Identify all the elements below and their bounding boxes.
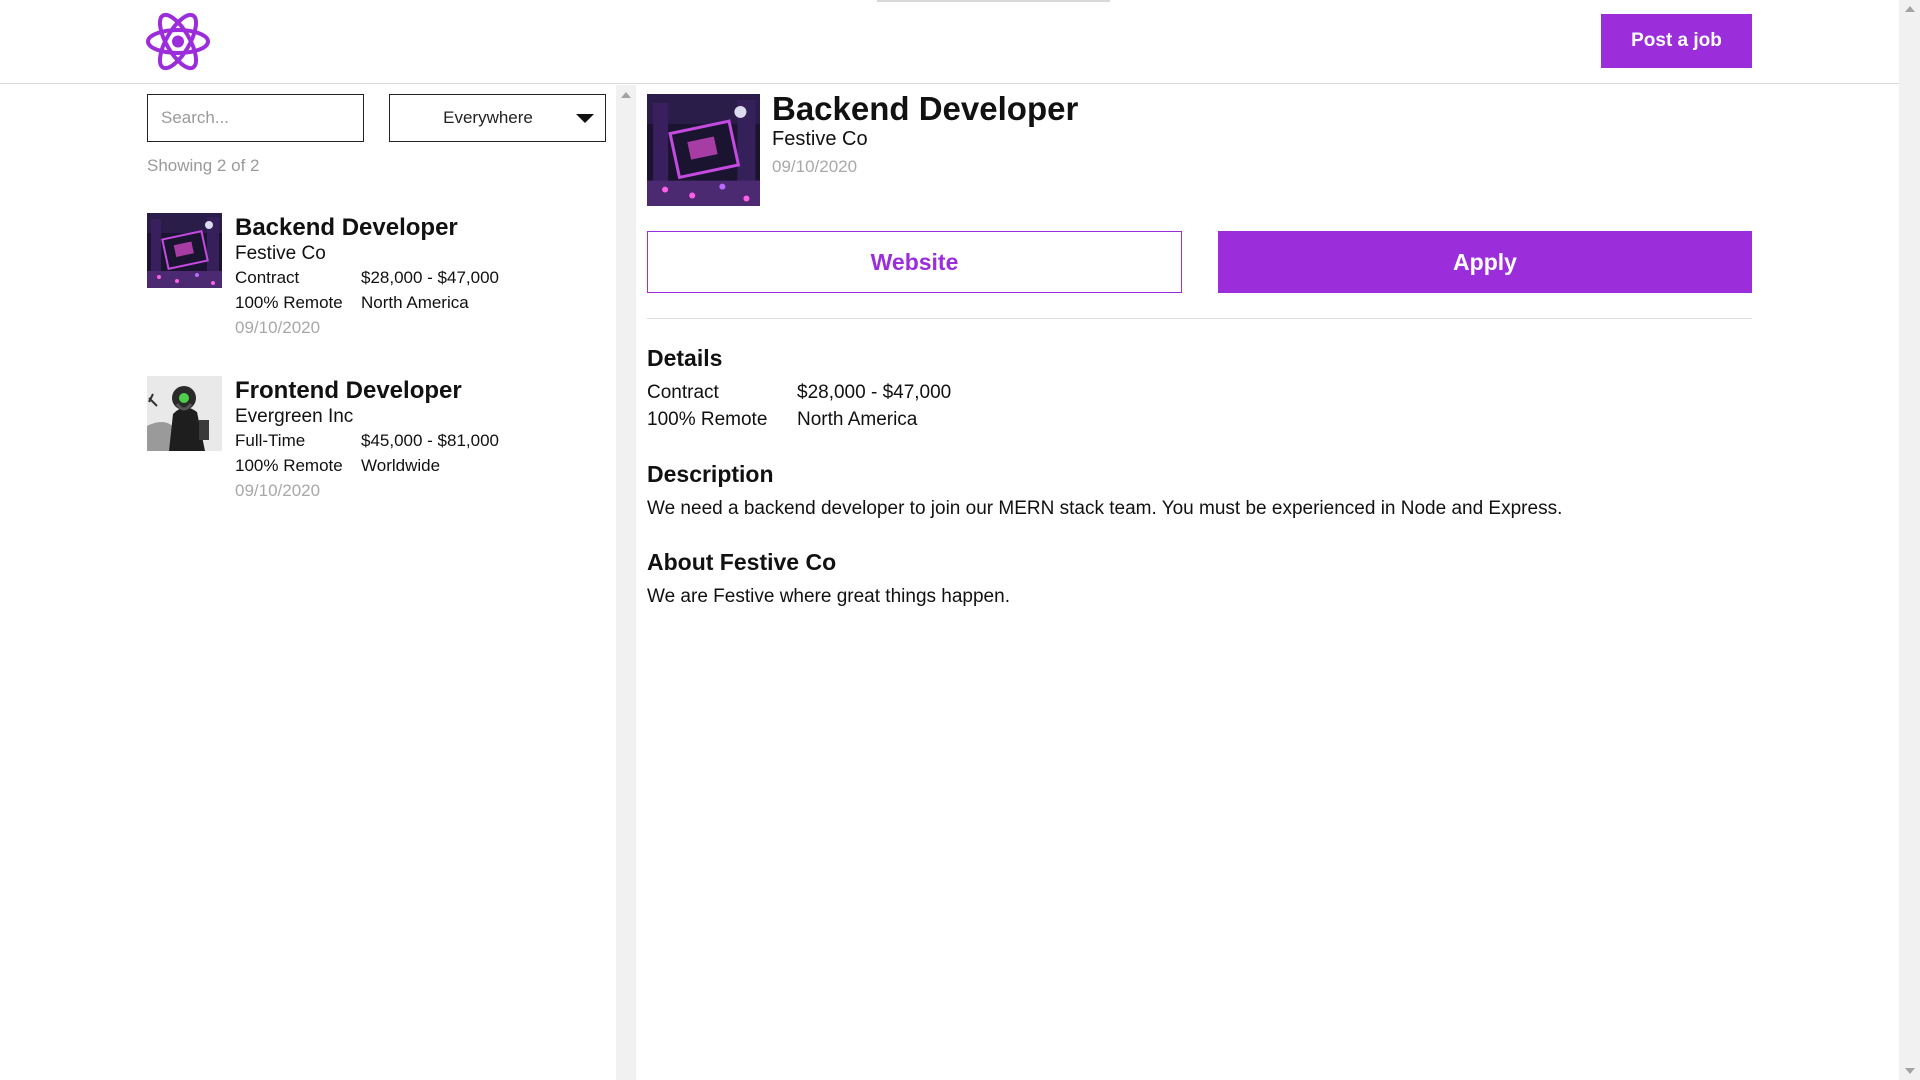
gas-mask-figure-thumbnail-icon	[147, 376, 222, 451]
divider	[647, 318, 1752, 319]
list-scrollbar[interactable]	[616, 85, 636, 1080]
list-item-text: Frontend Developer Evergreen Inc Full-Ti…	[235, 376, 499, 503]
job-meta-row: Full-Time $45,000 - $81,000	[235, 428, 499, 453]
job-remote: 100% Remote	[235, 456, 343, 475]
job-date: 09/10/2020	[235, 481, 321, 500]
list-item-backend-developer[interactable]: Backend Developer Festive Co Contract $2…	[147, 213, 587, 343]
results-count: Showing 2 of 2	[147, 156, 260, 175]
job-meta-row: 100% Remote North America	[235, 290, 499, 315]
job-type: Contract	[235, 268, 300, 287]
detail-date: 09/10/2020	[772, 157, 858, 176]
detail-company: Festive Co	[772, 128, 868, 150]
top-tab-indicator	[877, 0, 1110, 2]
details-heading: Details	[647, 345, 723, 371]
job-date: 09/10/2020	[235, 318, 321, 337]
job-meta-row: 100% Remote Worldwide	[235, 453, 499, 478]
job-title: Frontend Developer	[235, 377, 462, 404]
details-row: 100% Remote North America	[647, 409, 917, 431]
page-scrollbar[interactable]	[1899, 0, 1920, 1080]
job-type: Full-Time	[235, 431, 306, 450]
description-heading: Description	[647, 461, 774, 487]
list-item-frontend-developer[interactable]: Frontend Developer Evergreen Inc Full-Ti…	[147, 376, 587, 506]
job-list-pane: Everywhere Showing 2 of 2 Backend Develo	[0, 85, 616, 1080]
job-salary: $28,000 - $47,000	[361, 268, 500, 287]
job-salary: $45,000 - $81,000	[361, 431, 500, 450]
top-header: Post a job	[0, 0, 1899, 84]
chevron-down-icon	[576, 113, 594, 123]
job-title: Backend Developer	[235, 214, 458, 241]
scroll-up-arrow-icon[interactable]	[621, 92, 631, 98]
search-input[interactable]	[147, 94, 364, 142]
react-logo-icon[interactable]	[145, 10, 211, 73]
list-item-text: Backend Developer Festive Co Contract $2…	[235, 213, 499, 340]
job-company: Festive Co	[235, 243, 326, 264]
detail-region: North America	[797, 409, 918, 430]
detail-type: Contract	[647, 382, 719, 403]
detail-title: Backend Developer	[772, 90, 1079, 127]
about-heading: About Festive Co	[647, 549, 837, 575]
location-dropdown-value: Everywhere	[443, 108, 533, 127]
job-company: Evergreen Inc	[235, 406, 354, 427]
scroll-up-arrow-icon[interactable]	[1905, 6, 1915, 12]
details-row: Contract $28,000 - $47,000	[647, 382, 951, 404]
location-dropdown[interactable]: Everywhere	[389, 94, 606, 142]
neon-city-image-icon	[647, 94, 760, 206]
apply-button[interactable]: Apply	[1218, 231, 1752, 293]
description-text: We need a backend developer to join our …	[647, 498, 1563, 519]
post-job-button[interactable]: Post a job	[1601, 14, 1752, 68]
job-remote: 100% Remote	[235, 293, 343, 312]
about-text: We are Festive where great things happen…	[647, 586, 1010, 607]
job-detail-pane: Backend Developer Festive Co 09/10/2020 …	[636, 85, 1899, 1080]
detail-salary: $28,000 - $47,000	[797, 382, 952, 403]
neon-city-thumbnail-icon	[147, 213, 222, 288]
job-region: North America	[361, 293, 469, 312]
job-region: Worldwide	[361, 456, 441, 475]
website-button[interactable]: Website	[647, 231, 1182, 293]
detail-remote: 100% Remote	[647, 409, 768, 430]
scroll-down-arrow-icon[interactable]	[1905, 1068, 1915, 1074]
job-meta-row: Contract $28,000 - $47,000	[235, 265, 499, 290]
